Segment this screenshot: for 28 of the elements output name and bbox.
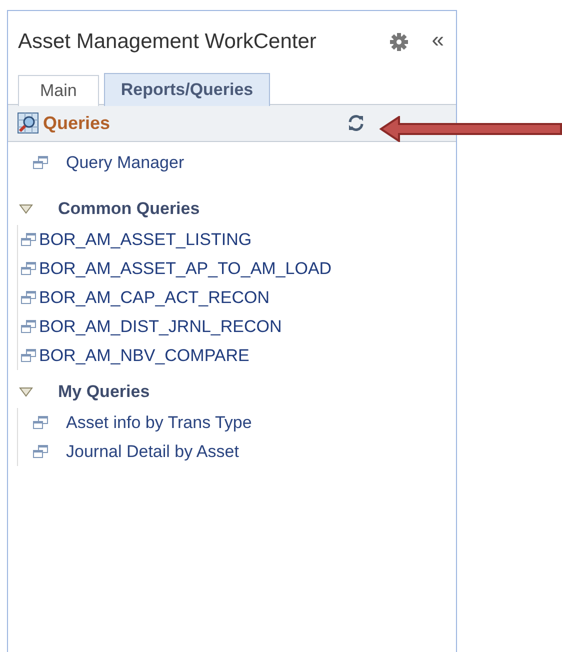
collapse-button[interactable]: « <box>432 27 444 57</box>
link-icon <box>33 416 48 429</box>
triangle-icon[interactable] <box>19 387 33 397</box>
panel-title: Asset Management WorkCenter <box>18 30 318 54</box>
query-link[interactable]: Journal Detail by Asset <box>66 442 239 462</box>
query-link[interactable]: BOR_AM_ASSET_LISTING <box>39 230 252 250</box>
query-link[interactable]: BOR_AM_CAP_ACT_RECON <box>39 288 270 308</box>
section-title: Queries <box>43 112 110 134</box>
query-link[interactable]: Asset info by Trans Type <box>66 412 252 432</box>
link-icon <box>21 349 36 362</box>
refresh-icon[interactable] <box>347 114 365 132</box>
triangle-icon[interactable] <box>19 204 33 214</box>
link-icon <box>21 233 36 246</box>
query-link[interactable]: BOR_AM_ASSET_AP_TO_AM_LOAD <box>39 258 332 278</box>
link-icon <box>21 320 36 333</box>
settings-icon[interactable] <box>390 33 408 51</box>
group-title: My Queries <box>58 382 150 402</box>
query-link[interactable]: BOR_AM_DIST_JRNL_RECON <box>39 316 282 336</box>
link-icon <box>21 262 36 275</box>
link-icon <box>33 445 48 458</box>
magnifier-icon <box>17 112 39 134</box>
link-icon <box>33 156 48 169</box>
query-link[interactable]: Query Manager <box>66 152 184 172</box>
tab[interactable]: Main <box>18 75 99 106</box>
group-title: Common Queries <box>58 199 200 219</box>
tab[interactable]: Reports/Queries <box>104 73 270 106</box>
query-link[interactable]: BOR_AM_NBV_COMPARE <box>39 346 250 366</box>
link-icon <box>21 291 36 304</box>
